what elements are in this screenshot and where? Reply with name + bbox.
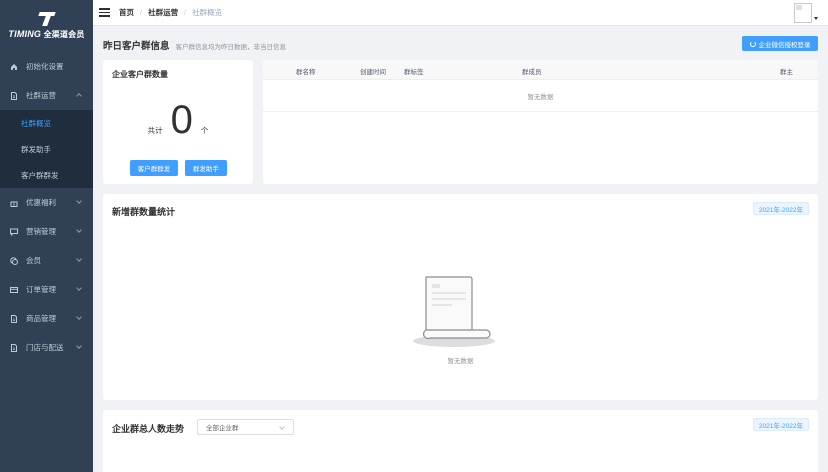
group-count-prefix: 共计	[147, 126, 163, 135]
chevron-down-icon	[76, 285, 82, 291]
year-range-tag[interactable]: 2021年-2022年	[752, 418, 809, 431]
year-range-tag[interactable]: 2021年-2022年	[752, 202, 809, 215]
section-title: 昨日客户群信息	[103, 41, 170, 52]
sidebar-item-label: 优惠福利	[26, 198, 56, 207]
sidebar-subitem-overview[interactable]: 社群概览	[0, 110, 93, 136]
coin-icon	[10, 256, 18, 265]
new-group-stats-title: 新增群数量统计	[112, 207, 176, 217]
breadcrumb-separator: /	[140, 8, 143, 17]
group-count-card: 企业客户群数量 共计 0 个 客户群群发 群发助手	[103, 60, 253, 184]
column-header-group-members: 群成员	[522, 69, 542, 76]
chevron-up-icon	[76, 93, 82, 99]
wecom-auth-login-button[interactable]: 企业微信授权登录	[742, 36, 818, 51]
refresh-icon	[749, 40, 756, 47]
sidebar-item-label: 订单管理	[26, 285, 56, 294]
sidebar-item-label: 商品管理	[26, 314, 56, 323]
card-icon	[10, 286, 18, 294]
table-header: 群名称 创建时间 群标签 群成员 群主	[263, 60, 818, 80]
document-icon	[10, 91, 18, 100]
breadcrumb: 首页 / 社群运营 / 社群概览	[119, 7, 222, 18]
customer-group-send-button[interactable]: 客户群群发	[130, 160, 178, 176]
breadcrumb-current: 社群概览	[192, 8, 223, 17]
sidebar-item-marketing[interactable]: 营销管理	[0, 217, 93, 246]
sidebar-item-label: 初始化设置	[26, 62, 64, 71]
sidebar-subitem-mass-send-assistant[interactable]: 群发助手	[0, 136, 93, 162]
document-icon	[10, 314, 18, 323]
sidebar-item-label: 门店与配送	[26, 343, 64, 352]
chevron-down-icon	[279, 424, 285, 430]
column-header-created-time: 创建时间	[360, 69, 386, 76]
brand-suffix: 全渠道会员	[43, 30, 85, 39]
home-icon	[10, 63, 18, 71]
chart-empty-text: 暂无数据	[447, 358, 474, 365]
logo-icon	[38, 12, 56, 26]
section-subtitle: 客户群信息均为昨日数据，非当日信息	[175, 44, 287, 51]
new-group-stats-card: 新增群数量统计 2021年-2022年 暂无数据	[103, 194, 818, 400]
chevron-down-icon	[76, 227, 82, 233]
chevron-down-icon	[76, 256, 82, 262]
brand-logo[interactable]: TIMING 全渠道会员	[0, 0, 93, 52]
top-navbar: 首页 / 社群运营 / 社群概览	[93, 0, 828, 26]
hamburger-menu-icon[interactable]	[99, 8, 110, 17]
group-member-trend-card: 企业群总人数走势 全部企业群 2021年-2022年	[103, 410, 818, 472]
main-content: 昨日客户群信息 客户群信息均为昨日数据，非当日信息 企业微信授权登录 企业客户群…	[93, 26, 828, 472]
sidebar-item-stores-delivery[interactable]: 门店与配送	[0, 333, 93, 362]
column-header-group-owner: 群主	[780, 69, 793, 76]
chevron-down-icon	[76, 198, 82, 204]
enterprise-group-select-value: 全部企业群	[206, 425, 239, 432]
caret-down-icon	[814, 17, 818, 20]
sidebar-subitem-customer-group-send[interactable]: 客户群群发	[0, 162, 93, 188]
breadcrumb-home[interactable]: 首页	[119, 7, 134, 18]
wecom-auth-login-label: 企业微信授权登录	[758, 41, 811, 49]
empty-document-icon	[413, 276, 495, 347]
gift-icon	[10, 199, 18, 207]
group-member-trend-title: 企业群总人数走势	[112, 424, 185, 434]
breadcrumb-separator: /	[184, 8, 187, 17]
mass-send-assistant-button[interactable]: 群发助手	[185, 160, 227, 176]
sidebar-item-member[interactable]: 会员	[0, 246, 93, 275]
group-count-row: 共计 0 个	[103, 100, 253, 140]
chevron-down-icon	[76, 343, 82, 349]
document-icon	[10, 343, 18, 352]
sidebar-item-label: 社群运营	[26, 91, 56, 100]
sidebar-item-community[interactable]: 社群运营	[0, 81, 93, 110]
group-table: 群名称 创建时间 群标签 群成员 群主 暂无数据	[263, 60, 818, 184]
user-menu[interactable]	[794, 3, 818, 23]
group-count-actions: 客户群群发 群发助手	[130, 160, 227, 176]
group-count-unit: 个	[200, 126, 209, 135]
enterprise-group-select[interactable]: 全部企业群	[197, 419, 294, 435]
table-empty-text: 暂无数据	[263, 80, 818, 112]
breadcrumb-community[interactable]: 社群运营	[148, 7, 178, 18]
sidebar-item-label: 会员	[26, 256, 41, 265]
section-header: 昨日客户群信息 客户群信息均为昨日数据，非当日信息	[103, 38, 286, 52]
chevron-down-icon	[76, 314, 82, 320]
sidebar: TIMING 全渠道会员 初始化设置 社群运营 社群概览 群发助手 客户群群发 …	[0, 0, 93, 472]
sidebar-item-benefits[interactable]: 优惠福利	[0, 188, 93, 217]
chat-icon	[10, 228, 18, 236]
sidebar-item-orders[interactable]: 订单管理	[0, 275, 93, 304]
column-header-group-tags: 群标签	[404, 69, 424, 76]
column-header-group-name: 群名称	[296, 69, 316, 76]
submenu-community: 社群概览 群发助手 客户群群发	[0, 110, 93, 188]
sidebar-item-products[interactable]: 商品管理	[0, 304, 93, 333]
sidebar-item-init-settings[interactable]: 初始化设置	[0, 52, 93, 81]
brand-name: TIMING	[8, 29, 42, 39]
sidebar-item-label: 营销管理	[26, 227, 56, 236]
avatar[interactable]	[794, 3, 812, 23]
group-count-title: 企业客户群数量	[112, 70, 168, 79]
group-count-value: 0	[170, 98, 193, 142]
